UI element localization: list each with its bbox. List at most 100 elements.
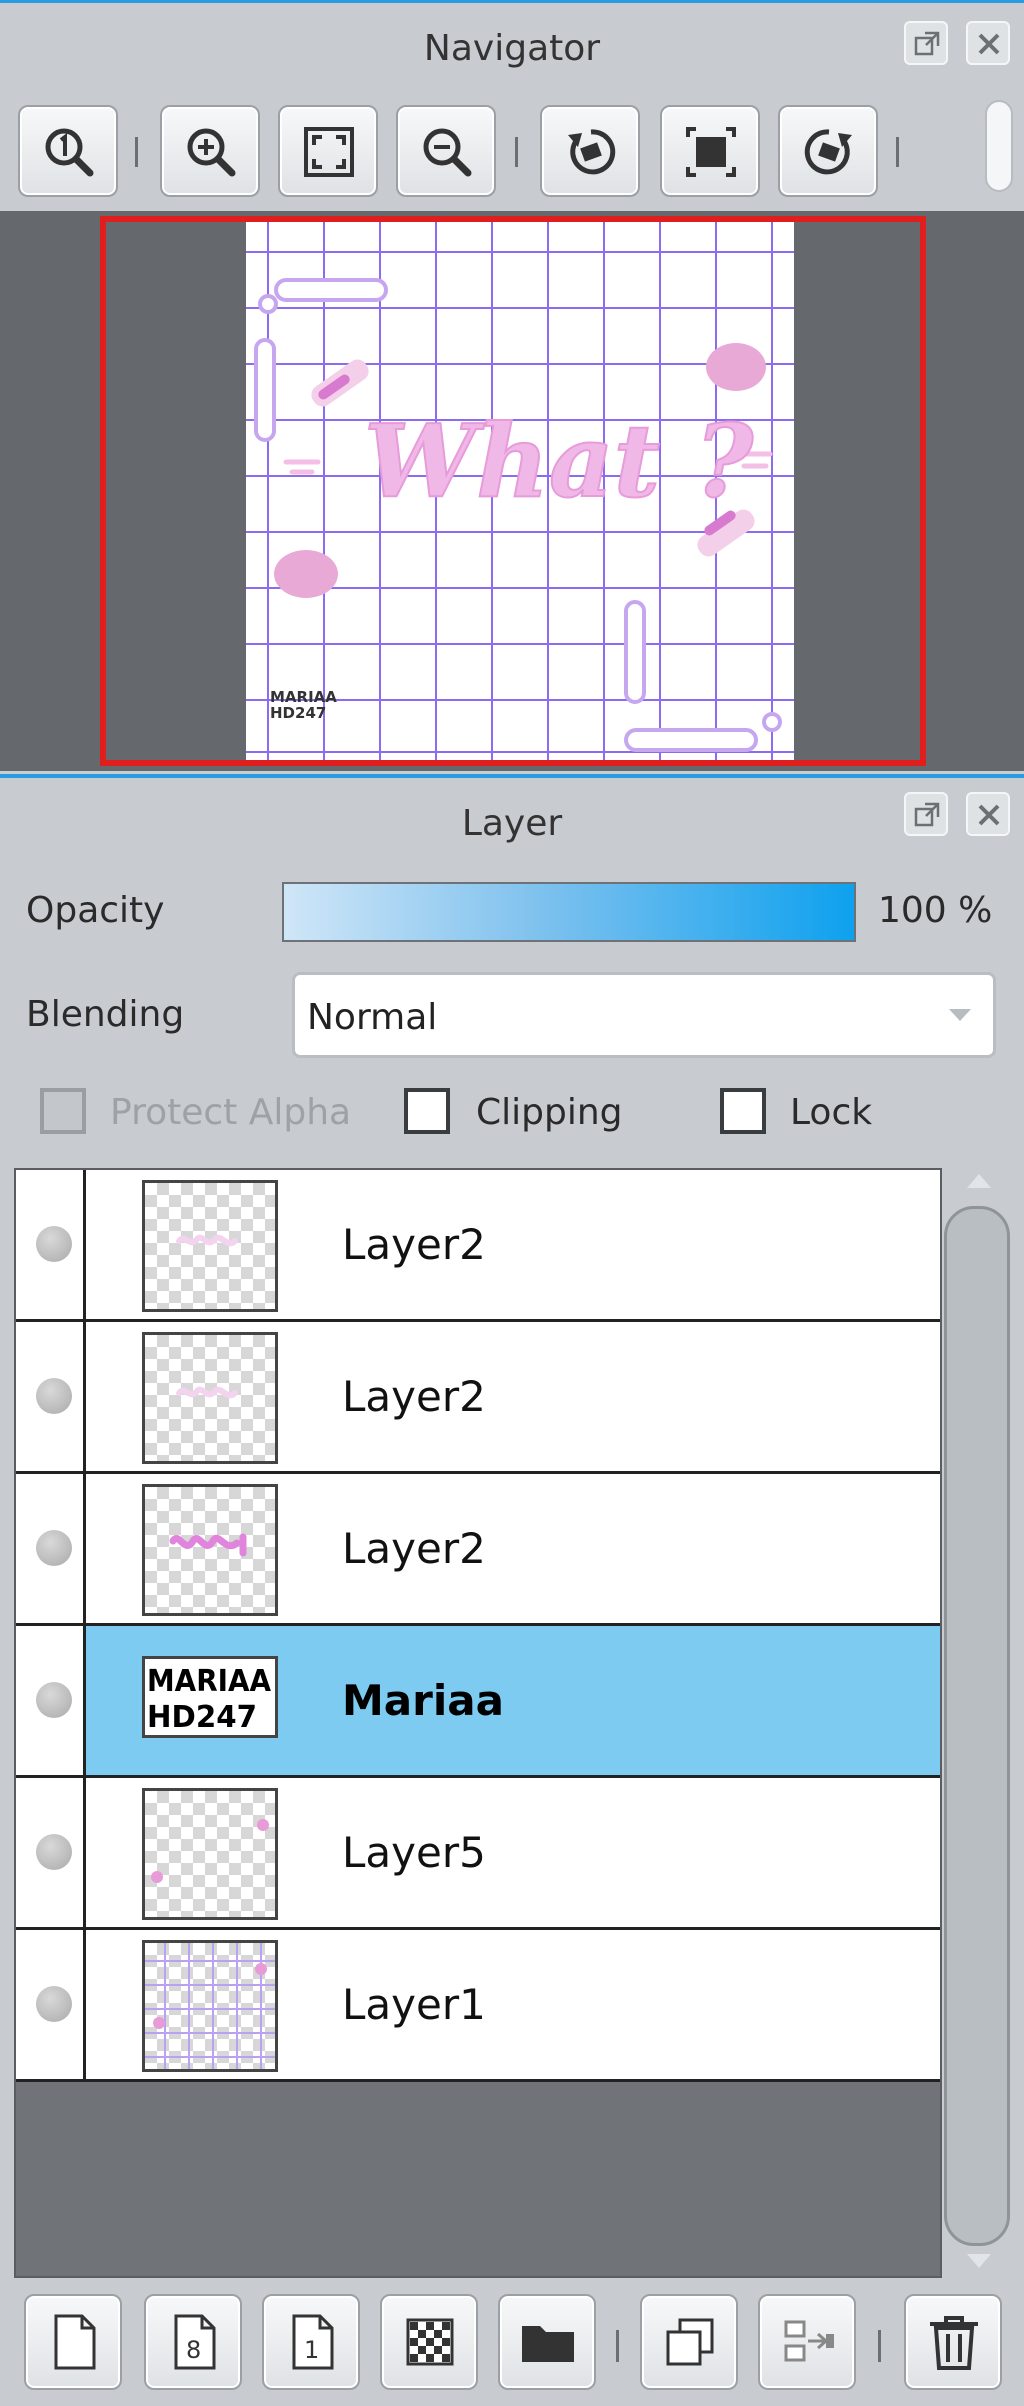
- popout-icon: [914, 802, 940, 827]
- lock-checkbox[interactable]: [720, 1088, 766, 1134]
- visibility-dot-icon: [36, 1530, 72, 1566]
- layer-thumbnail: [142, 1484, 278, 1616]
- zoom-in-button[interactable]: [160, 105, 260, 197]
- rotate-right-button[interactable]: [778, 105, 878, 197]
- zoom-actual-size-button[interactable]: [18, 105, 118, 197]
- layer-panel: Layer Opacity 100 % Blending Normal Prot…: [0, 774, 1024, 2406]
- protect-alpha-checkbox[interactable]: [40, 1088, 86, 1134]
- new-1bit-layer-button[interactable]: 1: [262, 2294, 360, 2390]
- layer-popout-button[interactable]: [904, 792, 948, 836]
- svg-text:8: 8: [186, 2336, 201, 2364]
- navigator-viewport[interactable]: What ? MARIAA HD247: [0, 211, 1024, 771]
- navigator-scrollbar[interactable]: [985, 100, 1013, 192]
- opacity-value: 100 %: [878, 890, 993, 931]
- scrollbar-thumb[interactable]: [944, 1206, 1010, 2246]
- duplicate-layer-button[interactable]: [640, 2294, 738, 2390]
- rotate-left-icon: [568, 129, 616, 175]
- zoom-out-icon: [423, 128, 472, 177]
- layer-row[interactable]: Layer2: [16, 1322, 940, 1474]
- layer-thumbnail: MARIAA HD247: [142, 1656, 278, 1738]
- scroll-down-icon[interactable]: [967, 2254, 991, 2268]
- toolbar-separator: [896, 137, 899, 167]
- canvas-preview: What ? MARIAA HD247: [246, 222, 794, 760]
- popout-icon: [914, 31, 940, 56]
- clipping-checkbox[interactable]: [404, 1088, 450, 1134]
- visibility-toggle[interactable]: [16, 1778, 86, 1927]
- navigator-close-button[interactable]: [966, 21, 1010, 65]
- zoom-in-icon: [187, 128, 236, 177]
- visibility-toggle[interactable]: [16, 1626, 86, 1775]
- new-layer-button[interactable]: [24, 2294, 122, 2390]
- visibility-dot-icon: [36, 1682, 72, 1718]
- layer-options-row: Protect Alpha Clipping Lock: [0, 1078, 1024, 1148]
- view-rectangle[interactable]: What ? MARIAA HD247: [100, 216, 926, 766]
- folder-icon: [522, 2326, 574, 2362]
- preview-signature-line2: HD247: [270, 704, 326, 722]
- blending-value: Normal: [307, 997, 438, 1038]
- page-8-icon: 8: [174, 2314, 216, 2370]
- layer-name: Mariaa: [342, 1676, 504, 1725]
- new-8bit-layer-button[interactable]: 8: [144, 2294, 242, 2390]
- new-folder-button[interactable]: [498, 2294, 596, 2390]
- layer-list: Layer2 Layer2 Layer2 MARIAA HD247 Mariaa…: [14, 1168, 942, 2278]
- merge-down-button[interactable]: [758, 2294, 856, 2390]
- visibility-dot-icon: [36, 1378, 72, 1414]
- opacity-label: Opacity: [26, 890, 165, 931]
- thumbnail-art: [176, 1234, 238, 1247]
- visibility-toggle[interactable]: [16, 1322, 86, 1471]
- navigator-title: Navigator: [423, 28, 601, 69]
- toolbar-separator: [515, 137, 518, 167]
- thumbnail-art: [145, 1943, 275, 2069]
- visibility-toggle[interactable]: [16, 1474, 86, 1623]
- fit-screen-icon: [304, 127, 354, 177]
- layer-row[interactable]: Layer2: [16, 1474, 940, 1626]
- thumbnail-line1: MARIAA: [147, 1664, 272, 1699]
- layer-thumbnail: [142, 1332, 278, 1464]
- blending-label: Blending: [26, 994, 185, 1035]
- thumbnail-art: [151, 1819, 269, 1883]
- layer-row-selected[interactable]: MARIAA HD247 Mariaa: [16, 1626, 940, 1778]
- merge-down-icon: [784, 2320, 834, 2362]
- zoom-out-button[interactable]: [396, 105, 496, 197]
- duplicate-icon: [666, 2318, 714, 2366]
- toolbar-separator: [135, 137, 138, 167]
- navigator-toolbar: [0, 95, 1024, 205]
- new-halftone-layer-button[interactable]: [380, 2294, 478, 2390]
- layer-row[interactable]: Layer1: [16, 1930, 940, 2082]
- lock-label: Lock: [790, 1092, 873, 1133]
- layer-toolbar: 8 1: [0, 2284, 1024, 2406]
- layer-name: Layer2: [342, 1372, 486, 1421]
- layer-name: Layer5: [342, 1828, 486, 1877]
- thumbnail-art: [176, 1386, 238, 1399]
- rotate-left-button[interactable]: [540, 105, 640, 197]
- thumbnail-line2: HD247: [147, 1700, 257, 1735]
- layer-list-scrollbar[interactable]: [942, 1168, 1012, 2278]
- layer-thumbnail: [142, 1180, 278, 1312]
- blending-select[interactable]: Normal: [292, 972, 996, 1058]
- zoom-1-icon: [45, 128, 94, 177]
- layer-name: Layer1: [342, 1980, 486, 2029]
- preview-word: What ?: [364, 402, 755, 520]
- layer-name: Layer2: [342, 1524, 486, 1573]
- visibility-dot-icon: [36, 1986, 72, 2022]
- close-icon: [978, 804, 1000, 826]
- visibility-dot-icon: [36, 1834, 72, 1870]
- toolbar-separator: [878, 2330, 881, 2362]
- layer-thumbnail: [142, 1940, 278, 2072]
- fit-to-window-button[interactable]: [278, 105, 378, 197]
- opacity-slider[interactable]: [282, 882, 856, 942]
- delete-layer-button[interactable]: [904, 2294, 1002, 2390]
- layer-close-button[interactable]: [966, 792, 1010, 836]
- visibility-toggle[interactable]: [16, 1930, 86, 2079]
- navigator-popout-button[interactable]: [904, 21, 948, 65]
- layer-row[interactable]: Layer5: [16, 1778, 940, 1930]
- page-1-icon: 1: [292, 2314, 334, 2370]
- halftone-icon: [406, 2318, 454, 2366]
- canvas-artwork: What ? MARIAA HD247: [246, 222, 794, 760]
- clipping-label: Clipping: [476, 1092, 623, 1133]
- visibility-toggle[interactable]: [16, 1170, 86, 1319]
- layer-row[interactable]: Layer2: [16, 1170, 940, 1322]
- reset-rotation-button[interactable]: [660, 105, 760, 197]
- visibility-dot-icon: [36, 1226, 72, 1262]
- scroll-up-icon[interactable]: [967, 1174, 991, 1188]
